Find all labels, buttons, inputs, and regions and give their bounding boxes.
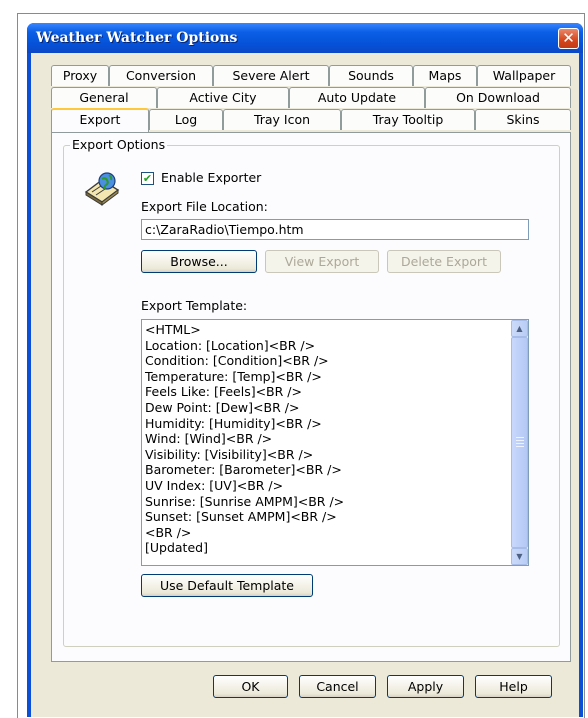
export-options-group-label: Export Options <box>70 137 168 152</box>
template-line: [Updated] <box>145 540 208 556</box>
template-line: <HTML> <box>145 322 201 337</box>
delete-export-button[interactable]: Delete Export <box>387 250 501 273</box>
enable-exporter-checkbox[interactable]: ✔ <box>141 172 154 185</box>
tab-on-download[interactable]: On Download <box>425 87 571 108</box>
apply-button[interactable]: Apply <box>387 675 464 698</box>
help-button[interactable]: Help <box>475 675 552 698</box>
template-line: Wind: [Wind]<BR /> <box>145 431 273 447</box>
close-icon: ✕ <box>562 29 575 47</box>
close-button[interactable]: ✕ <box>558 28 579 49</box>
tab-proxy[interactable]: Proxy <box>51 65 109 86</box>
scroll-up-arrow-icon[interactable]: ▲ <box>511 320 528 337</box>
window-title: Weather Watcher Options <box>36 30 238 46</box>
template-scrollbar[interactable]: ▲ ▼ <box>511 320 528 565</box>
export-file-location-label: Export File Location: <box>141 199 268 214</box>
options-dialog: Weather Watcher Options ✕ Proxy Conversi… <box>27 23 583 717</box>
tab-tray-tooltip[interactable]: Tray Tooltip <box>341 109 475 130</box>
template-line: Feels Like: [Feels]<BR /> <box>145 384 302 400</box>
template-line: Sunset: [Sunset AMPM]<BR /> <box>145 509 337 525</box>
template-line: Temperature: [Temp]<BR /> <box>145 368 322 384</box>
export-options-group: Export Options ✔ Enable Exporter Export … <box>63 137 560 647</box>
export-template-textarea[interactable]: <HTML> Location: [Location]<BR /> Conditio… <box>141 319 529 566</box>
dialog-client-area: Proxy Conversion Severe Alert Sounds Map… <box>31 53 579 717</box>
template-line: <BR /> <box>145 524 192 540</box>
tab-wallpaper[interactable]: Wallpaper <box>477 65 571 86</box>
tab-severe-alert[interactable]: Severe Alert <box>213 65 329 86</box>
export-file-location-input[interactable]: c:\ZaraRadio\Tiempo.htm <box>141 219 529 240</box>
view-export-button[interactable]: View Export <box>265 250 379 273</box>
template-line: Sunrise: [Sunrise AMPM]<BR /> <box>145 493 345 509</box>
tab-tray-icon[interactable]: Tray Icon <box>223 109 341 130</box>
tab-conversion[interactable]: Conversion <box>109 65 213 86</box>
enable-exporter-label[interactable]: Enable Exporter <box>161 170 261 185</box>
tab-sounds[interactable]: Sounds <box>329 65 413 86</box>
export-tab-panel: Export Options ✔ Enable Exporter Export … <box>51 132 571 662</box>
template-line: Humidity: [Humidity]<BR /> <box>145 415 322 431</box>
export-template-label: Export Template: <box>141 298 248 313</box>
template-text: <HTML> Location: [Location]<BR /> Conditio… <box>145 322 344 556</box>
tab-general[interactable]: General <box>51 87 157 108</box>
template-line: Dew Point: [Dew]<BR /> <box>145 399 300 415</box>
tab-maps[interactable]: Maps <box>413 65 477 86</box>
tab-active-city[interactable]: Active City <box>157 87 289 108</box>
tab-log[interactable]: Log <box>149 109 223 130</box>
cancel-button[interactable]: Cancel <box>299 675 376 698</box>
tab-export[interactable]: Export <box>51 108 149 132</box>
template-line: Barometer: [Barometer]<BR /> <box>145 462 342 478</box>
title-bar[interactable]: Weather Watcher Options ✕ <box>27 23 583 53</box>
browse-button[interactable]: Browse... <box>141 250 257 273</box>
template-line: Visibility: [Visibility]<BR /> <box>145 446 314 462</box>
use-default-template-button[interactable]: Use Default Template <box>141 574 313 597</box>
export-globe-icon <box>84 172 120 206</box>
ok-button[interactable]: OK <box>213 675 288 698</box>
tab-auto-update[interactable]: Auto Update <box>289 87 425 108</box>
scrollbar-thumb[interactable] <box>511 337 528 548</box>
template-line: Condition: [Condition]<BR /> <box>145 353 329 369</box>
checkmark-icon: ✔ <box>142 172 153 185</box>
tab-skins[interactable]: Skins <box>475 109 571 130</box>
scroll-down-arrow-icon[interactable]: ▼ <box>511 548 528 565</box>
template-line: UV Index: [UV]<BR /> <box>145 477 284 493</box>
template-line: Location: [Location]<BR /> <box>145 337 316 353</box>
